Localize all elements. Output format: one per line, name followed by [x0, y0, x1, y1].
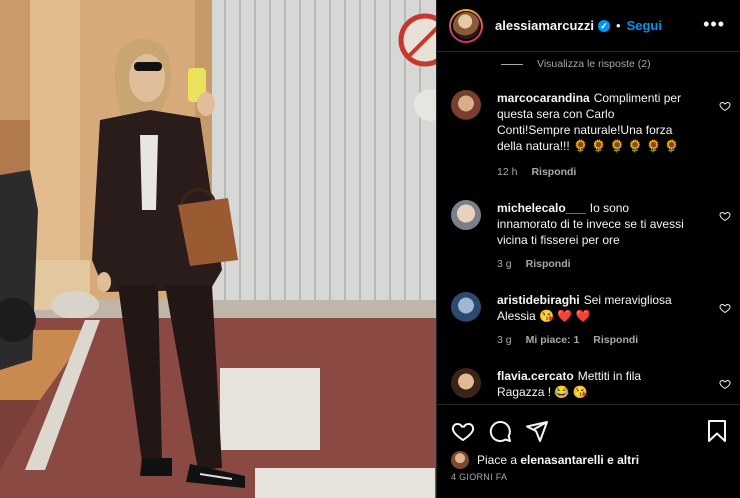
post-timestamp[interactable]: 4 GIORNI FA	[451, 472, 507, 482]
commenter-username[interactable]: flavia.cercato	[497, 369, 574, 383]
bookmark-icon[interactable]	[705, 419, 729, 443]
author-avatar[interactable]	[449, 8, 483, 43]
commenter-avatar[interactable]	[451, 200, 481, 230]
view-replies-label: Visualizza le risposte (2)	[537, 58, 651, 70]
likes-suffix[interactable]: e altri	[607, 453, 639, 467]
heart-icon[interactable]	[451, 419, 475, 443]
likes-summary[interactable]: Piace a elenasantarelli e altri	[451, 451, 639, 469]
view-replies-button[interactable]: Visualizza le risposte (2)	[501, 58, 651, 70]
commenter-username[interactable]: michelecalo___	[497, 201, 586, 215]
liker-username[interactable]: elenasantarelli	[520, 453, 603, 467]
more-icon[interactable]: •••	[703, 15, 725, 33]
comment-time: 3 g	[497, 334, 512, 346]
post-photo[interactable]	[0, 0, 436, 498]
post-header: alessiamarcuzzi ✓ • Segui •••	[437, 0, 740, 52]
comments-list[interactable]: Visualizza le risposte (2) marcocarandin…	[437, 52, 740, 404]
commenter-avatar[interactable]	[451, 368, 481, 398]
commenter-username[interactable]: marcocarandina	[497, 91, 590, 105]
reply-button[interactable]: Rispondi	[531, 166, 576, 178]
comment-time: 12 h	[497, 166, 518, 178]
comment-text: michelecalo___ Io sono innamorato di te i…	[497, 200, 691, 248]
comment-time: 3 g	[497, 258, 512, 270]
header-separator: •	[616, 18, 621, 33]
heart-icon[interactable]	[719, 100, 731, 112]
author-username[interactable]: alessiamarcuzzi	[495, 18, 594, 33]
commenter-username[interactable]: aristidebiraghi	[497, 293, 580, 307]
post-actions: Piace a elenasantarelli e altri 4 GIORNI…	[437, 404, 740, 498]
author-avatar-image	[452, 12, 480, 39]
comment-text: flavia.cercato Mettiti in fila Ragazza ! …	[497, 368, 691, 400]
reply-button[interactable]: Rispondi	[526, 258, 571, 270]
liker-avatar	[451, 451, 469, 469]
commenter-avatar[interactable]	[451, 292, 481, 322]
commenter-avatar[interactable]	[451, 90, 481, 120]
view-replies-line	[501, 63, 523, 65]
heart-icon[interactable]	[719, 210, 731, 222]
verified-icon: ✓	[598, 19, 611, 32]
share-icon[interactable]	[525, 419, 549, 443]
comment-icon[interactable]	[488, 419, 512, 443]
reply-button[interactable]: Rispondi	[593, 334, 638, 346]
likes-prefix: Piace a	[477, 453, 518, 467]
comment-meta: 3 g Rispondi	[497, 258, 571, 270]
comment-meta: 12 h Rispondi	[497, 166, 576, 178]
post-side-panel: alessiamarcuzzi ✓ • Segui ••• Visualizza…	[436, 0, 740, 498]
follow-button[interactable]: Segui	[627, 18, 662, 33]
comment-text: aristidebiraghi Sei meravigliosa Alessia …	[497, 292, 691, 324]
comment-likes[interactable]: Mi piace: 1	[526, 334, 580, 346]
heart-icon[interactable]	[719, 302, 731, 314]
street-photo-illustration	[0, 0, 436, 498]
heart-icon[interactable]	[719, 378, 731, 390]
comment-text: marcocarandina Complimenti per questa ser…	[497, 90, 691, 154]
comment-meta: 3 g Mi piace: 1 Rispondi	[497, 334, 638, 346]
